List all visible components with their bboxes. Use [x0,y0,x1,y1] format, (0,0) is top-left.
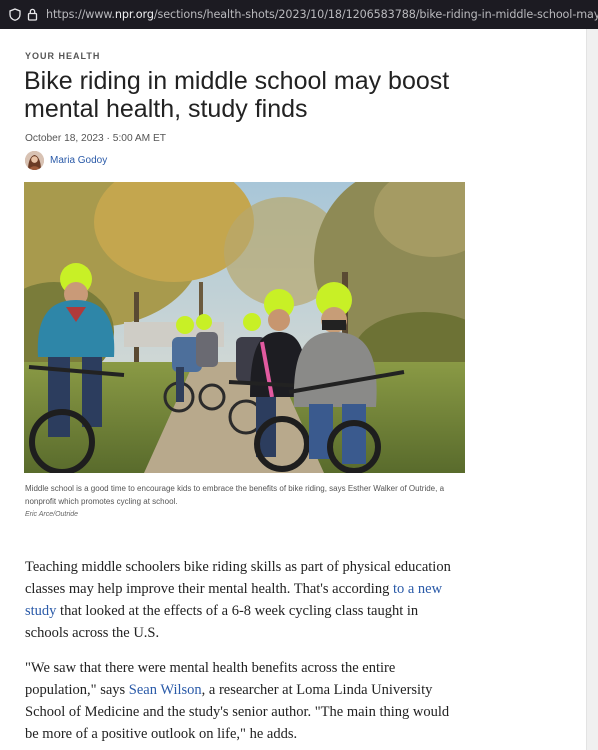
author-link[interactable]: Maria Godoy [50,155,107,166]
sean-wilson-link[interactable]: Sean Wilson [129,682,202,698]
article-paragraph-2: "We saw that there were mental health be… [25,657,465,745]
url-host: npr.org [114,8,154,21]
paragraph-text: Teaching middle schoolers bike riding sk… [25,559,451,597]
paragraph-text: that looked at the effects of a 6-8 week… [25,603,419,641]
url-prefix: https://www. [46,8,115,21]
photo-caption: Middle school is a good time to encourag… [25,484,445,506]
url-path: /sections/health-shots/2023/10/18/120658… [153,8,598,21]
article-paragraph-1: Teaching middle schoolers bike riding sk… [25,556,465,644]
article-photo [24,182,465,473]
article-headline: Bike riding in middle school may boost m… [24,67,450,123]
byline: Maria Godoy [25,151,107,170]
publish-date: October 18, 2023 · 5:00 AM ET [25,133,167,144]
browser-toolbar: https://www.npr.org/sections/health-shot… [0,0,598,29]
page-scrollbar[interactable] [586,29,598,750]
author-avatar[interactable] [25,151,44,170]
photo-credit: Eric Arce/Outride [25,511,79,518]
lock-icon[interactable] [27,8,38,22]
tracking-shield-icon[interactable] [9,8,21,22]
address-bar[interactable]: https://www.npr.org/sections/health-shot… [46,8,598,21]
section-kicker[interactable]: YOUR HEALTH [25,51,100,61]
